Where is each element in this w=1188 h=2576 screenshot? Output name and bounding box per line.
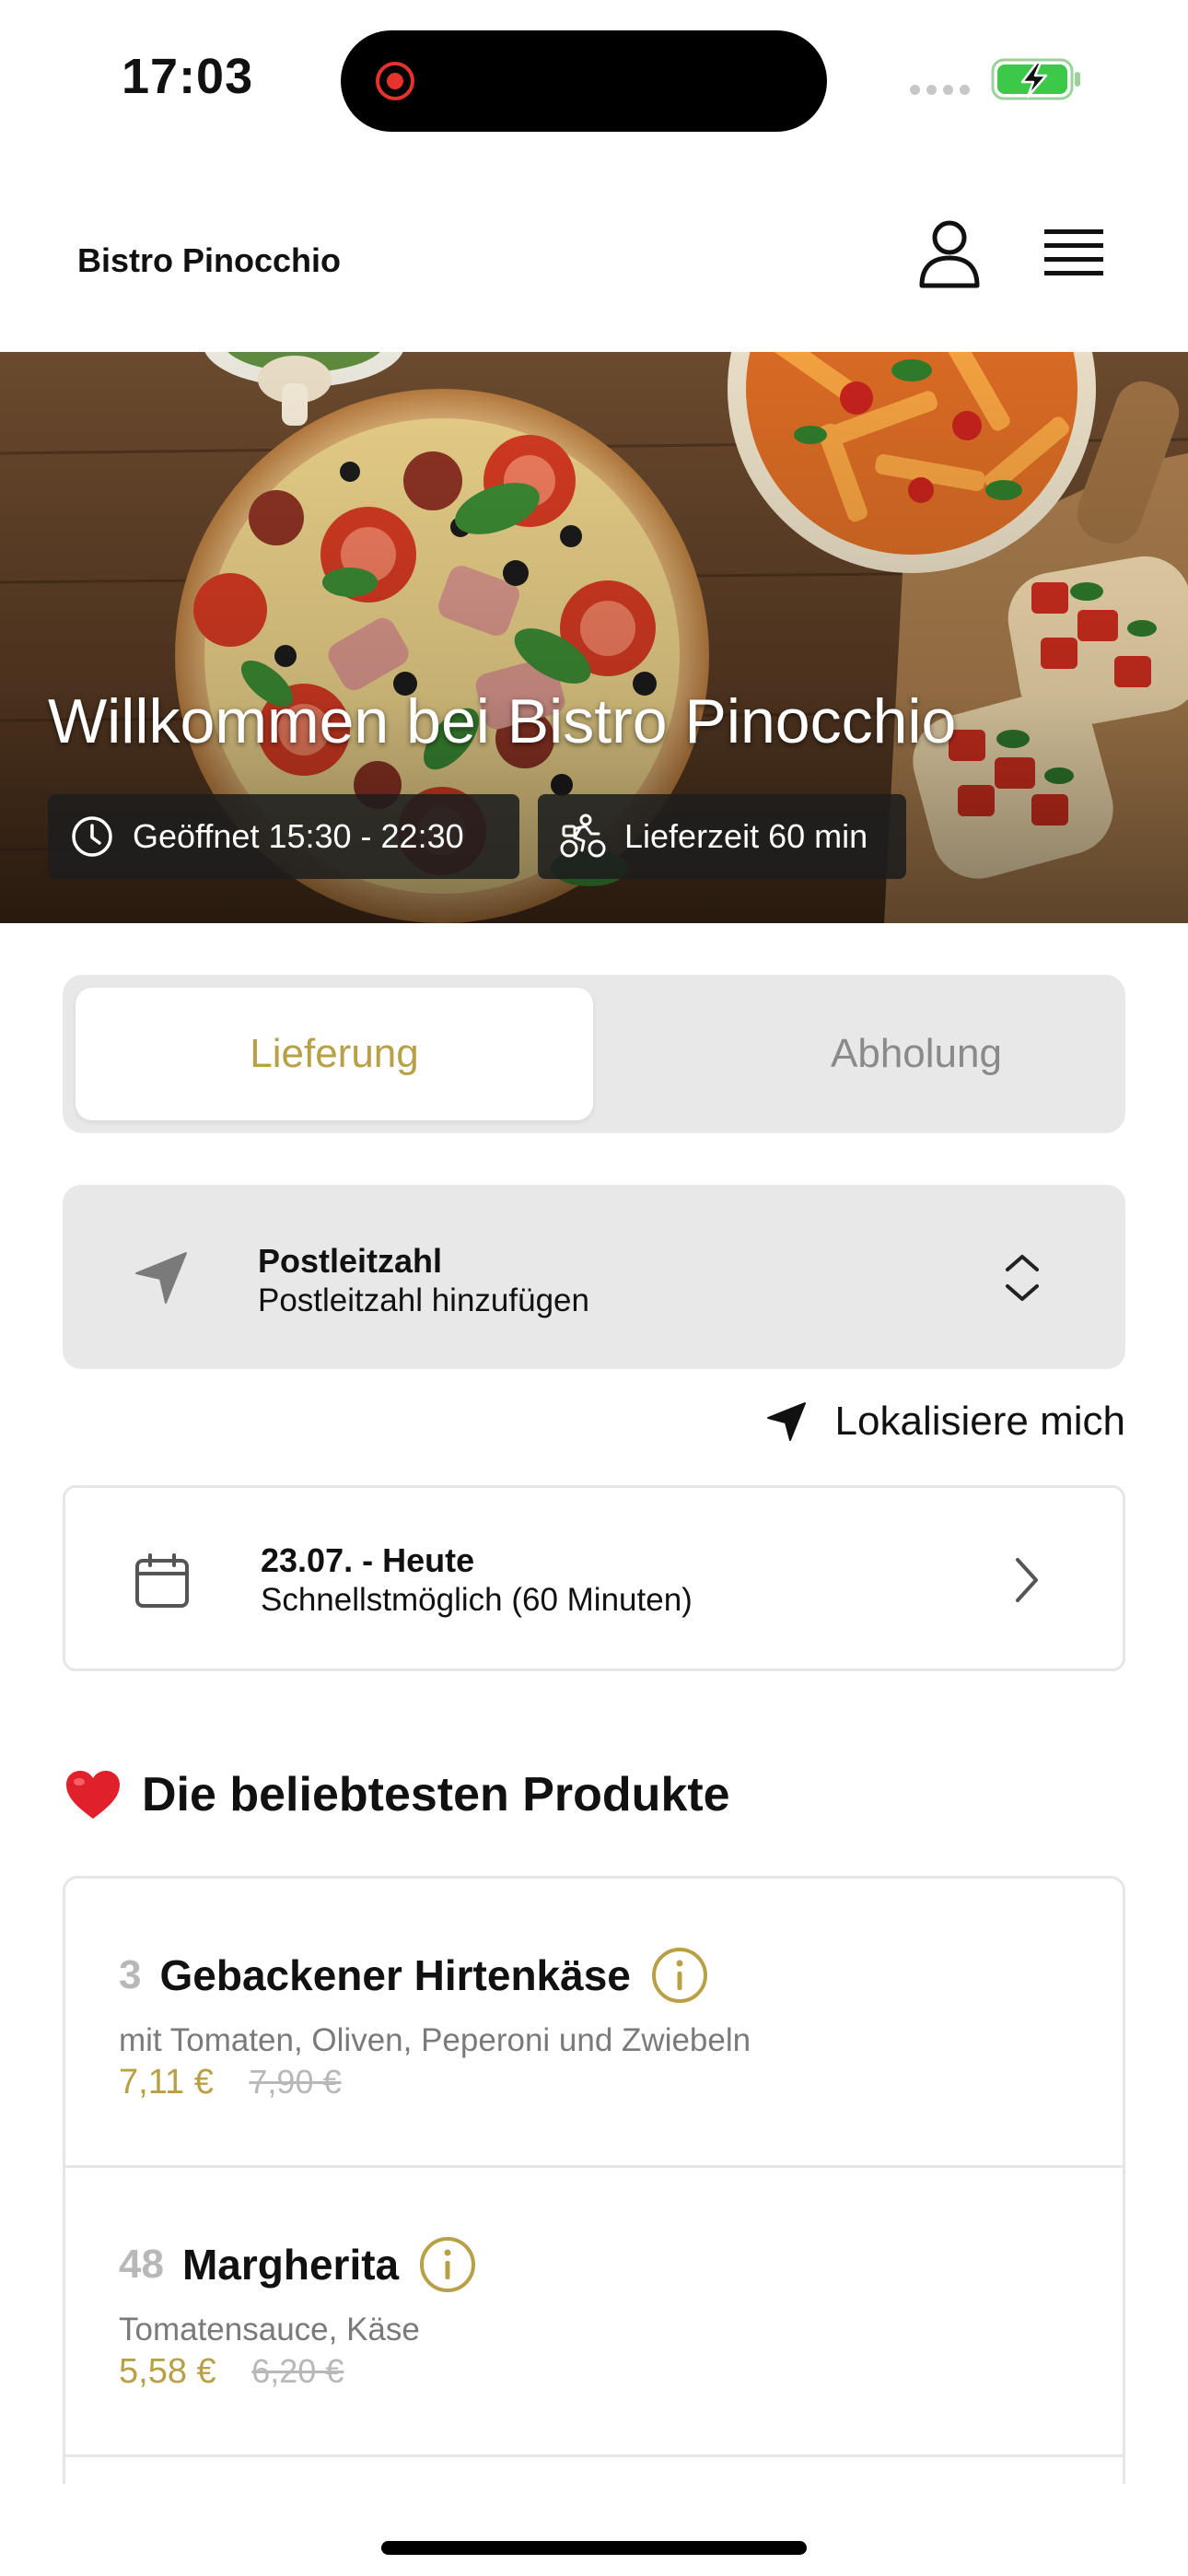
- dynamic-island: [341, 30, 827, 132]
- opening-hours-badge: Geöffnet 15:30 - 22:30: [48, 794, 519, 879]
- product-description: Tomatensauce, Käse: [119, 2312, 420, 2348]
- calendar-icon: [135, 1553, 189, 1608]
- status-time: 17:03: [122, 49, 254, 104]
- brand-name[interactable]: Bistro Pinocchio: [77, 241, 341, 280]
- info-icon[interactable]: [651, 1947, 708, 2004]
- delivery-time-option: Schnellstmöglich (60 Minuten): [261, 1582, 693, 1618]
- red-heart-icon: [66, 1771, 120, 1819]
- status-bar: 17:03: [0, 0, 1188, 157]
- product-name: Gebackener Hirtenkäse: [159, 1951, 631, 1999]
- locate-me-label: Lokalisiere mich: [834, 1399, 1125, 1444]
- locate-me-button[interactable]: Lokalisiere mich: [765, 1399, 1125, 1445]
- hero-banner: Willkommen bei Bistro Pinocchio Geöffnet…: [0, 352, 1188, 923]
- popular-products-heading: Die beliebtesten Produkte: [64, 1767, 730, 1822]
- location-arrow-icon: [766, 1402, 806, 1441]
- product-price: 5,58 €: [119, 2352, 216, 2391]
- postal-code-selector[interactable]: Postleitzahl Postleitzahl hinzufügen: [63, 1185, 1125, 1369]
- delivery-time-selector[interactable]: 23.07. - Heute Schnellstmöglich (60 Minu…: [63, 1485, 1125, 1671]
- product-item[interactable]: 3 Gebackener Hirtenkäse mit Tomaten, Oli…: [65, 1879, 1123, 2168]
- info-icon[interactable]: [419, 2236, 476, 2293]
- battery-charging-icon: [991, 58, 1080, 100]
- user-icon[interactable]: [917, 219, 982, 289]
- screen-recording-icon: [376, 62, 414, 100]
- hero-title: Willkommen bei Bistro Pinocchio: [48, 686, 957, 756]
- product-number: 48: [119, 2242, 164, 2287]
- hamburger-menu-icon[interactable]: [1042, 227, 1105, 280]
- product-list: 3 Gebackener Hirtenkäse mit Tomaten, Oli…: [63, 1876, 1125, 2484]
- delivery-date: 23.07. - Heute: [261, 1541, 475, 1579]
- postal-code-placeholder: Postleitzahl hinzufügen: [258, 1282, 589, 1318]
- chevron-up-down-icon: [1006, 1255, 1039, 1301]
- tab-delivery[interactable]: Lieferung: [76, 988, 593, 1120]
- delivery-time-badge: Lieferzeit 60 min: [538, 794, 906, 879]
- product-name: Margherita: [181, 2241, 400, 2289]
- product-price: 7,11 €: [119, 2063, 214, 2102]
- product-description: mit Tomaten, Oliven, Peperoni und Zwiebe…: [119, 2022, 751, 2058]
- location-arrow-icon: [135, 1252, 187, 1304]
- clock-icon: [72, 816, 112, 857]
- app-header: Bistro Pinocchio: [0, 157, 1188, 352]
- product-item[interactable]: 48 Margherita Tomatensauce, Käse 5,58 € …: [65, 2168, 1123, 2457]
- home-indicator[interactable]: [381, 2541, 807, 2555]
- bicycle-courier-icon: [560, 814, 606, 858]
- postal-code-label: Postleitzahl: [258, 1242, 443, 1280]
- product-old-price: 6,20 €: [251, 2352, 344, 2390]
- order-mode-switch: Lieferung Abholung: [63, 975, 1125, 1133]
- chevron-right-icon: [1016, 1558, 1038, 1602]
- opening-hours-text: Geöffnet 15:30 - 22:30: [133, 817, 464, 855]
- delivery-time-text: Lieferzeit 60 min: [624, 817, 868, 855]
- popular-products-title: Die beliebtesten Produkte: [142, 1768, 730, 1821]
- product-number: 3: [119, 1952, 142, 1997]
- cellular-signal-icon: [910, 85, 970, 95]
- product-old-price: 7,90 €: [249, 2063, 342, 2101]
- tab-pickup[interactable]: Abholung: [658, 988, 1175, 1120]
